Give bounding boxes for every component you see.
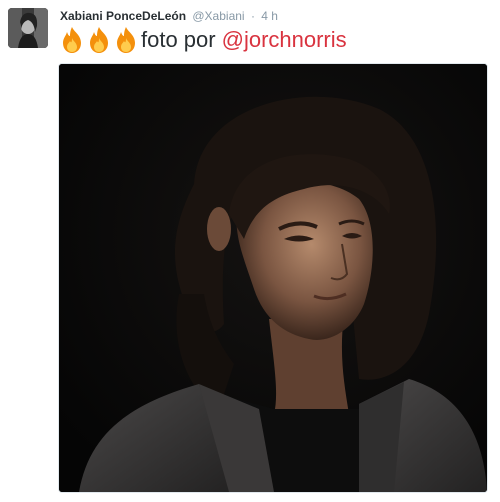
tweet: Xabiani PonceDeLeón @Xabiani · 4 h foto … xyxy=(0,0,500,502)
fire-icon xyxy=(87,26,111,54)
display-name[interactable]: Xabiani PonceDeLeón xyxy=(60,9,186,23)
tweet-body-text: foto por xyxy=(141,27,216,52)
mention-link[interactable]: @jorchnorris xyxy=(222,25,347,55)
tweet-text: foto por @jorchnorris xyxy=(60,25,347,55)
tweet-header: Xabiani PonceDeLeón @Xabiani · 4 h xyxy=(60,8,278,24)
fire-icon xyxy=(114,26,138,54)
fire-icon xyxy=(60,26,84,54)
username-handle[interactable]: @Xabiani xyxy=(192,9,244,23)
timestamp[interactable]: 4 h xyxy=(261,9,278,23)
tweet-photo[interactable] xyxy=(58,63,488,493)
avatar[interactable] xyxy=(8,8,48,48)
separator-dot: · xyxy=(250,9,255,23)
